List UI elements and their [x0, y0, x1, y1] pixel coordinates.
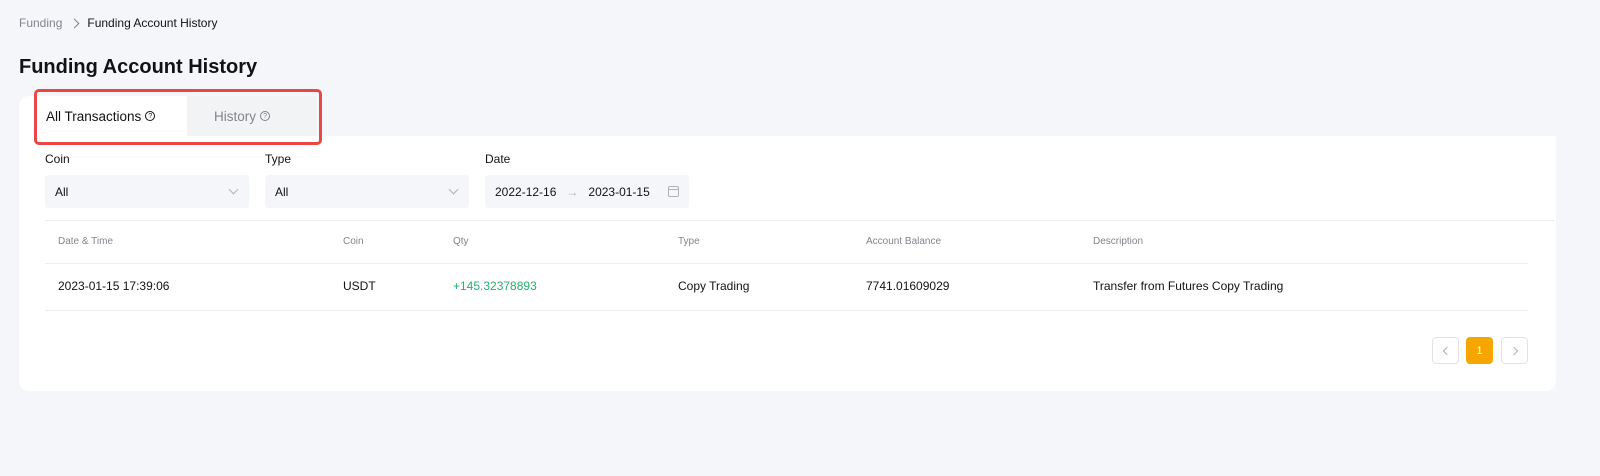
coin-select[interactable]: All [45, 175, 249, 208]
column-header-account-balance: Account Balance [866, 236, 942, 247]
chevron-left-icon [1442, 346, 1452, 356]
tab-history-label: History [214, 108, 257, 124]
date-end[interactable]: 2023-01-15 [588, 185, 649, 199]
help-icon[interactable]: ? [260, 111, 271, 121]
cell-qty: +145.32378893 [453, 279, 537, 293]
history-card: All Transactions ? History ? Coin All Ty… [19, 96, 1556, 391]
cell-account-balance: 7741.01609029 [866, 279, 950, 293]
type-select[interactable]: All [265, 175, 469, 208]
breadcrumb-funding-link[interactable]: Funding [19, 16, 62, 30]
arrow-right-icon: → [566, 184, 579, 199]
pagination-page-button[interactable]: 1 [1466, 337, 1493, 364]
chevron-right-icon [1509, 346, 1519, 356]
help-icon[interactable]: ? [145, 111, 156, 121]
tab-history[interactable]: History ? [187, 96, 317, 136]
chevron-right-icon [69, 18, 80, 28]
date-range-picker[interactable]: 2022-12-16 → 2023-01-15 [485, 175, 689, 208]
cell-date-time: 2023-01-15 17:39:06 [58, 279, 170, 293]
tab-bar: All Transactions ? History ? [19, 96, 1556, 136]
column-header-date-time: Date & Time [58, 236, 114, 247]
column-header-coin: Coin [343, 236, 364, 247]
column-header-qty: Qty [453, 236, 469, 247]
column-header-type: Type [678, 236, 700, 247]
coin-select-value: All [55, 184, 69, 199]
pagination-next-button[interactable] [1501, 337, 1528, 364]
cell-type: Copy Trading [678, 279, 750, 293]
pagination-prev-button[interactable] [1432, 337, 1459, 364]
tab-all-transactions-label: All Transactions [46, 108, 142, 124]
type-select-value: All [275, 184, 289, 199]
page-title: Funding Account History [19, 56, 258, 78]
coin-filter-label: Coin [45, 152, 70, 166]
breadcrumb-current: Funding Account History [87, 16, 218, 30]
date-start[interactable]: 2022-12-16 [495, 185, 556, 199]
tab-all-transactions[interactable]: All Transactions ? [19, 96, 187, 136]
type-filter-label: Type [265, 152, 292, 166]
date-filter-label: Date [485, 152, 511, 166]
divider [45, 220, 1555, 221]
table-row-divider [45, 310, 1528, 311]
chevron-down-icon [448, 184, 459, 195]
chevron-down-icon [228, 184, 239, 195]
breadcrumb: Funding Funding Account History [19, 16, 217, 30]
column-header-description: Description [1093, 236, 1144, 247]
calendar-icon[interactable] [668, 186, 679, 197]
table-row-divider [45, 263, 1528, 264]
cell-description: Transfer from Futures Copy Trading [1093, 279, 1284, 293]
cell-coin: USDT [343, 279, 376, 293]
